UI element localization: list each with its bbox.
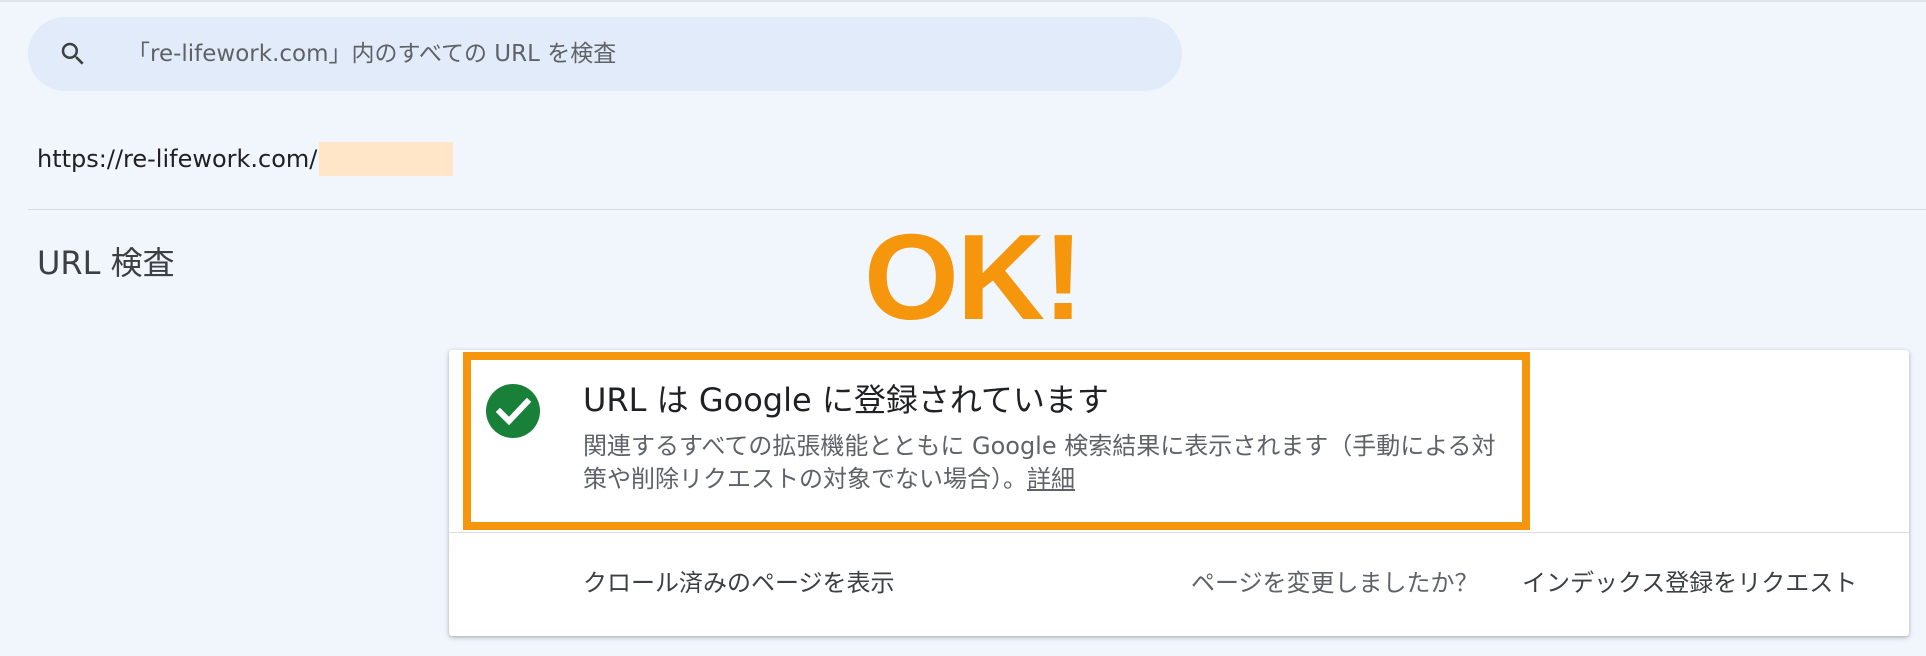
redacted-url-slug [319, 142, 454, 176]
index-status-title: URL は Google に登録されています [583, 381, 1109, 419]
page-changed-question: ページを変更しましたか？ [1191, 569, 1479, 597]
search-input[interactable]: 「re-lifework.com」内のすべての URL を検査 [127, 37, 616, 71]
details-link[interactable]: 詳細 [1027, 465, 1075, 493]
inspected-url-prefix: https://re-lifework.com/ [37, 145, 318, 173]
request-indexing-button[interactable]: インデックス登録をリクエスト [1522, 566, 1857, 600]
index-status-description: 関連するすべての拡張機能とともに Google 検索結果に表示されます（手動によ… [583, 430, 1503, 496]
ok-annotation: OK! [864, 209, 1084, 345]
view-crawled-page-button[interactable]: クロール済みのページを表示 [583, 566, 895, 600]
top-border [0, 0, 1926, 2]
card-divider [449, 532, 1909, 533]
search-icon[interactable] [58, 39, 88, 69]
inspected-url: https://re-lifework.com/ [37, 141, 454, 177]
page-title: URL 検査 [37, 244, 175, 282]
check-circle-icon [486, 384, 540, 438]
